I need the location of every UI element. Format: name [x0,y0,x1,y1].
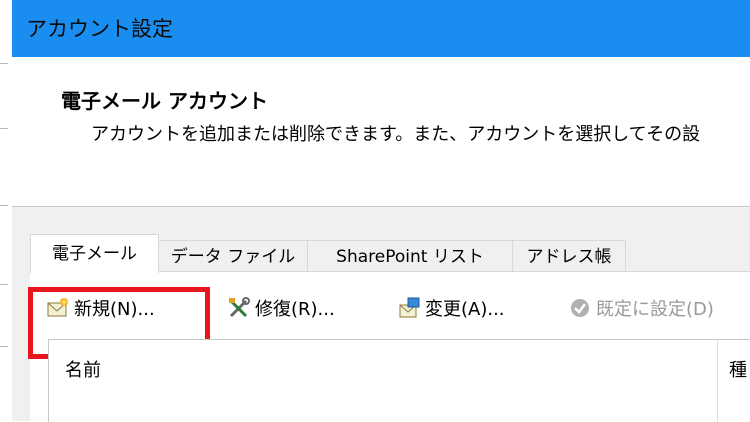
edge-line [0,205,8,206]
set-default-label: 既定に設定(D) [596,299,714,320]
background-window-edge [0,0,12,421]
dialog-header: 電子メール アカウント アカウントを追加または削除できます。また、アカウントを選… [12,57,750,207]
title-bar[interactable]: アカウント設定 [12,0,750,57]
change-label: 変更(A)... [425,299,505,320]
edge-line [0,128,8,129]
set-default-button[interactable]: 既定に設定(D) [568,292,714,324]
checkmark-circle-icon [571,299,589,317]
repair-button[interactable]: 修復(R)... [227,292,335,324]
column-header-type[interactable]: 種 [729,356,747,382]
repair-label: 修復(R)... [255,299,335,320]
section-description: アカウントを追加または削除できます。また、アカウントを選択してその設 [91,124,701,145]
change-account-icon [399,297,420,318]
column-divider[interactable] [717,340,718,422]
tab-address-books[interactable]: アドレス帳 [512,240,626,273]
edge-line [0,63,8,64]
tab-data-files[interactable]: データ ファイル [158,240,308,273]
edge-line [0,346,8,347]
section-heading: 電子メール アカウント [61,89,268,113]
account-list[interactable]: 名前 種 [48,339,750,422]
tab-sharepoint-lists[interactable]: SharePoint リスト [307,240,513,273]
change-button[interactable]: 変更(A)... [397,292,505,324]
repair-tools-icon [229,297,250,318]
edge-line [0,284,8,285]
column-header-name[interactable]: 名前 [65,356,101,382]
tab-email[interactable]: 電子メール [30,234,159,273]
window-title: アカウント設定 [26,17,173,41]
